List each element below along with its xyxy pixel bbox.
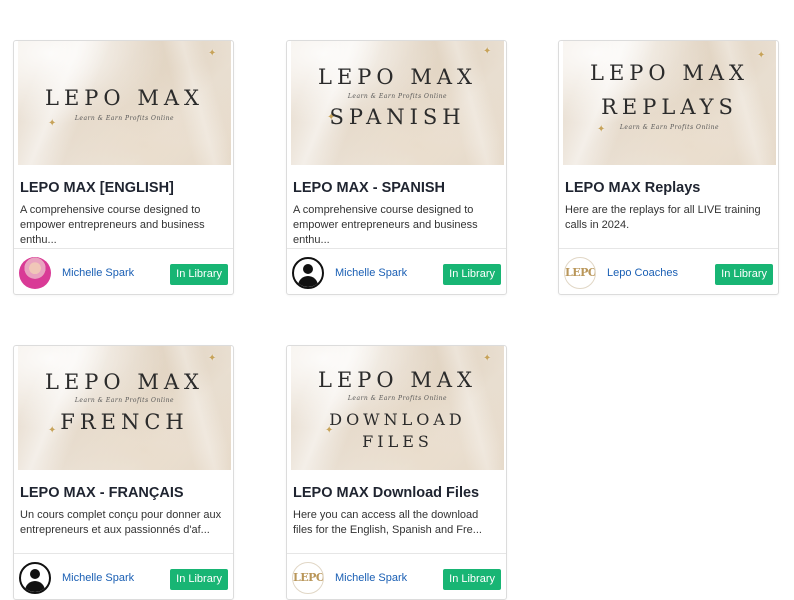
thumbnail-subtitle: Learn & Earn Profits Online bbox=[74, 115, 175, 122]
course-thumbnail[interactable]: ✦ ✦ LEPO MAX Learn & Earn Profits Online… bbox=[291, 346, 504, 470]
course-card-replays[interactable]: ✦ ✦ LEPO MAX REPLAYS Learn & Earn Profit… bbox=[558, 40, 779, 295]
course-title[interactable]: LEPO MAX Replays bbox=[565, 180, 700, 196]
default-user-icon bbox=[292, 257, 324, 289]
author-name-link[interactable]: Michelle Spark bbox=[62, 572, 134, 584]
gold-sparkle-icon: ✦ bbox=[757, 50, 766, 61]
course-card-download-files[interactable]: ✦ ✦ LEPO MAX Learn & Earn Profits Online… bbox=[286, 345, 507, 600]
thumbnail-subtitle: Learn & Earn Profits Online bbox=[347, 395, 448, 402]
gold-sparkle-icon: ✦ bbox=[208, 353, 217, 364]
thumbnail-title: LEPO MAX bbox=[590, 61, 749, 85]
thumbnail-title: LEPO MAX bbox=[318, 65, 477, 89]
thumbnail-subtitle: Learn & Earn Profits Online bbox=[74, 397, 175, 404]
card-footer: Michelle Spark In Library bbox=[14, 553, 233, 599]
course-thumbnail[interactable]: ✦ ✦ LEPO MAX REPLAYS Learn & Earn Profit… bbox=[563, 41, 776, 165]
author-name-link[interactable]: Michelle Spark bbox=[335, 267, 407, 279]
course-card-french[interactable]: ✦ ✦ LEPO MAX Learn & Earn Profits Online… bbox=[13, 345, 234, 600]
course-thumbnail[interactable]: ✦ ✦ LEPO MAX Learn & Earn Profits Online bbox=[18, 41, 231, 165]
gold-sparkle-icon: ✦ bbox=[208, 48, 217, 59]
course-title[interactable]: LEPO MAX [ENGLISH] bbox=[20, 180, 174, 196]
card-footer: LEPO Michelle Spark In Library bbox=[287, 553, 506, 599]
thumbnail-language: FRENCH bbox=[60, 410, 189, 434]
course-title[interactable]: LEPO MAX Download Files bbox=[293, 485, 479, 501]
course-title[interactable]: LEPO MAX - FRANÇAIS bbox=[20, 485, 184, 501]
course-thumbnail[interactable]: ✦ ✦ LEPO MAX Learn & Earn Profits Online… bbox=[291, 41, 504, 165]
course-description: Here are the replays for all LIVE traini… bbox=[565, 204, 761, 231]
thumbnail-title: LEPO MAX bbox=[318, 368, 477, 392]
course-description: A comprehensive course designed to empow… bbox=[293, 204, 478, 246]
in-library-badge[interactable]: In Library bbox=[170, 569, 228, 590]
in-library-badge[interactable]: In Library bbox=[443, 264, 501, 285]
thumbnail-subtitle: Learn & Earn Profits Online bbox=[347, 93, 448, 100]
author-name-link[interactable]: Lepo Coaches bbox=[607, 267, 678, 279]
card-footer: Michelle Spark In Library bbox=[14, 248, 233, 294]
gold-sparkle-icon: ✦ bbox=[483, 46, 492, 57]
course-thumbnail[interactable]: ✦ ✦ LEPO MAX Learn & Earn Profits Online… bbox=[18, 346, 231, 470]
thumbnail-files: FILES bbox=[362, 432, 433, 451]
card-footer: LEPO Lepo Coaches In Library bbox=[559, 248, 778, 294]
course-title[interactable]: LEPO MAX - SPANISH bbox=[293, 180, 445, 196]
in-library-badge[interactable]: In Library bbox=[443, 569, 501, 590]
thumbnail-title: LEPO MAX bbox=[45, 370, 204, 394]
course-card-spanish[interactable]: ✦ ✦ LEPO MAX Learn & Earn Profits Online… bbox=[286, 40, 507, 295]
thumbnail-tagline: Learn & Earn Profits Online bbox=[619, 124, 720, 131]
course-description: Here you can access all the download fil… bbox=[293, 509, 482, 536]
thumbnail-download: DOWNLOAD bbox=[329, 410, 466, 429]
in-library-badge[interactable]: In Library bbox=[715, 264, 773, 285]
in-library-badge[interactable]: In Library bbox=[170, 264, 228, 285]
lepo-logo-avatar: LEPO bbox=[564, 257, 596, 289]
default-user-icon bbox=[19, 562, 51, 594]
author-name-link[interactable]: Michelle Spark bbox=[335, 572, 407, 584]
author-avatar bbox=[19, 257, 51, 289]
thumbnail-language: SPANISH bbox=[329, 105, 466, 129]
lepo-logo-avatar: LEPO bbox=[292, 562, 324, 594]
thumbnail-subtitle-replays: REPLAYS bbox=[601, 95, 738, 119]
course-description: Un cours complet conçu pour donner aux e… bbox=[20, 509, 222, 536]
gold-sparkle-icon: ✦ bbox=[483, 353, 492, 364]
course-card-english[interactable]: ✦ ✦ LEPO MAX Learn & Earn Profits Online… bbox=[13, 40, 234, 295]
thumbnail-title: LEPO MAX bbox=[45, 86, 204, 110]
card-footer: Michelle Spark In Library bbox=[287, 248, 506, 294]
author-name-link[interactable]: Michelle Spark bbox=[62, 267, 134, 279]
course-description: A comprehensive course designed to empow… bbox=[20, 204, 205, 246]
